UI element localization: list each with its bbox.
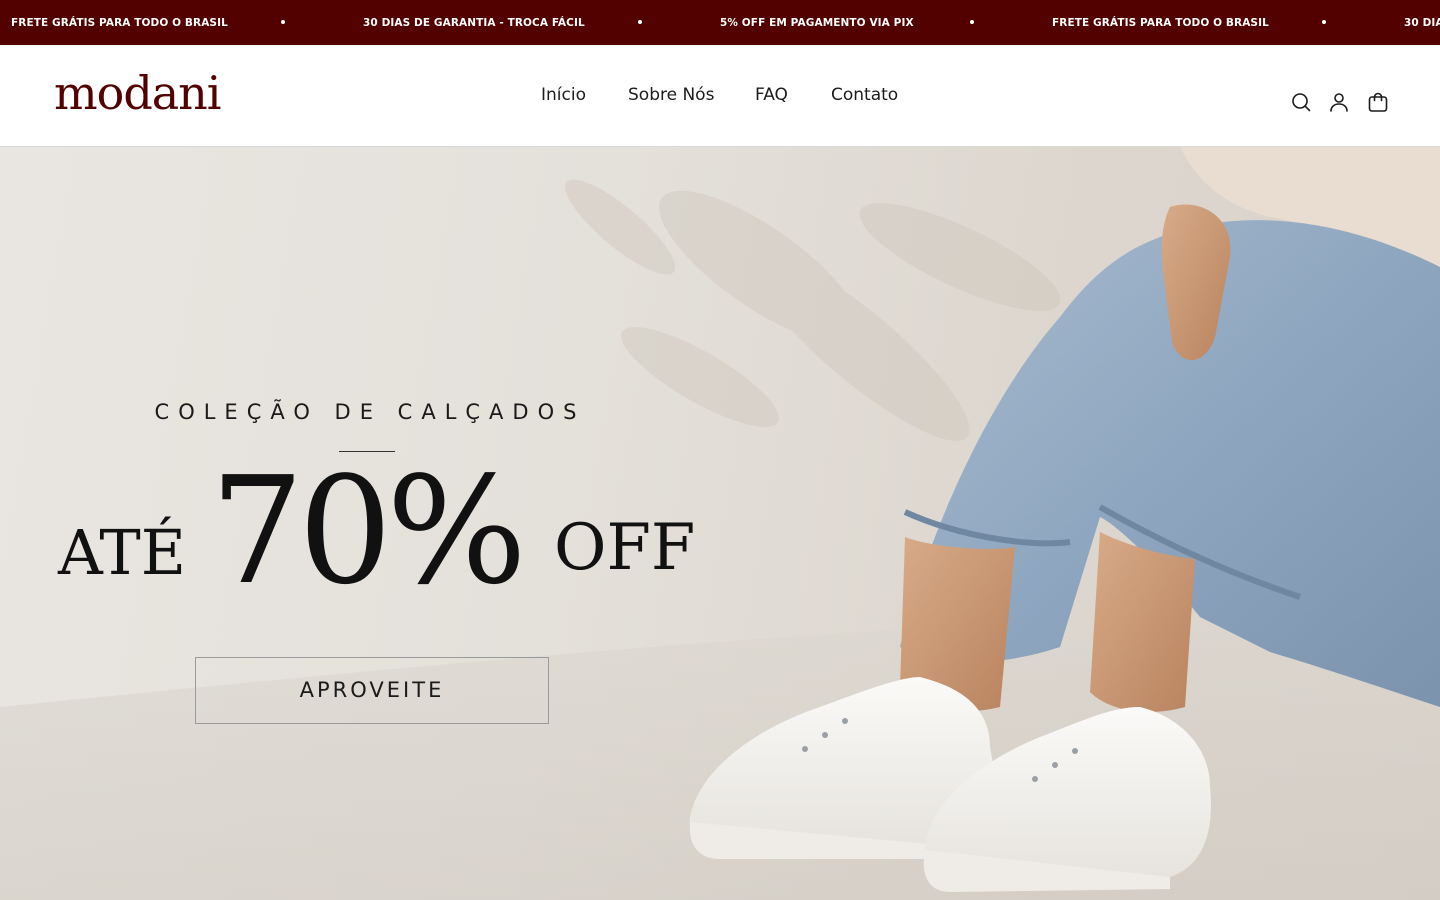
aproveite-button[interactable]: APROVEITE — [195, 657, 549, 724]
hero-prefix: ATÉ — [58, 516, 186, 589]
nav-item-contato[interactable]: Contato — [831, 83, 898, 107]
hero-kicker: COLEÇÃO DE CALÇADOS — [154, 400, 586, 424]
announcement-separator — [638, 20, 642, 24]
announcement-separator — [281, 20, 285, 24]
hero-suffix: OFF — [554, 511, 696, 585]
account-icon[interactable] — [1327, 90, 1351, 114]
site-header: modani Início Sobre Nós FAQ Contato — [0, 45, 1440, 147]
hero-banner: COLEÇÃO DE CALÇADOS ATÉ 70% OFF APROVEIT… — [0, 147, 1440, 900]
nav-item-inicio[interactable]: Início — [541, 83, 586, 107]
search-icon[interactable] — [1289, 90, 1313, 114]
cart-icon[interactable] — [1366, 90, 1390, 114]
hero-discount: 70% — [210, 445, 527, 617]
announcement-message: 5% OFF EM PAGAMENTO VIA PIX — [720, 17, 914, 29]
announcement-message: 30 DIAS DE GARANTIA - TROCA FÁCIL — [363, 17, 585, 29]
announcement-message: FRETE GRÁTIS PARA TODO O BRASIL — [11, 17, 228, 29]
announcement-message: 30 DIAS — [1404, 17, 1440, 29]
nav-item-faq[interactable]: FAQ — [755, 83, 788, 107]
announcement-separator — [970, 20, 974, 24]
announcement-separator — [1322, 20, 1326, 24]
announcement-bar: FRETE GRÁTIS PARA TODO O BRASIL 30 DIAS … — [0, 0, 1440, 45]
announcement-message: FRETE GRÁTIS PARA TODO O BRASIL — [1052, 17, 1269, 29]
nav-item-sobre-nos[interactable]: Sobre Nós — [628, 83, 714, 107]
logo[interactable]: modani — [54, 63, 222, 123]
